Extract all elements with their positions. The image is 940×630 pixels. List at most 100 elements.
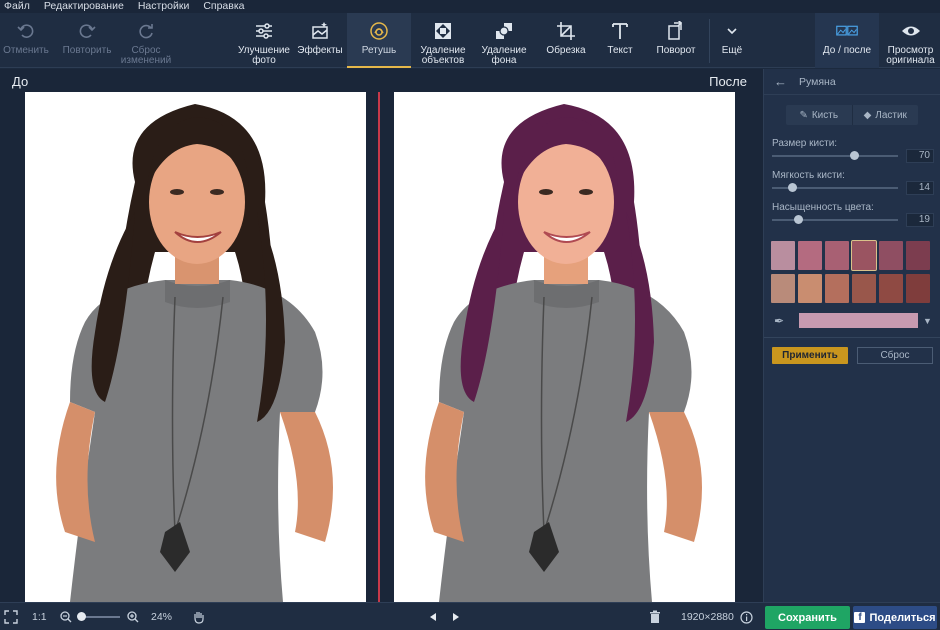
rotate-label: Поворот xyxy=(656,45,696,56)
saturation-knob[interactable] xyxy=(793,215,803,224)
color-swatch[interactable] xyxy=(771,241,795,270)
effects-label: Эффекты xyxy=(297,45,343,56)
more-button[interactable]: Ещё xyxy=(712,13,752,68)
brush-size-value[interactable]: 70 xyxy=(906,149,934,163)
brush-softness-value[interactable]: 14 xyxy=(906,181,934,195)
rotate-button[interactable]: Поворот xyxy=(648,13,704,68)
brush-softness-knob[interactable] xyxy=(787,183,797,192)
brush-tab[interactable]: ✎ Кисть xyxy=(786,105,853,125)
sliders-icon xyxy=(253,20,275,42)
color-swatch[interactable] xyxy=(879,274,903,303)
chevron-down-icon xyxy=(721,20,743,42)
before-after-label: До / после xyxy=(822,45,872,56)
brush-softness-slider: Мягкость кисти: 14 xyxy=(772,170,934,195)
text-label: Текст xyxy=(607,45,633,56)
reset-button[interactable]: Сброс xyxy=(857,347,933,364)
brush-size-label: Размер кисти: xyxy=(772,138,838,149)
brush-size-slider: Размер кисти: 70 xyxy=(772,138,934,163)
color-dropdown-icon[interactable]: ▼ xyxy=(923,316,932,326)
menu-settings[interactable]: Настройки xyxy=(138,0,190,13)
panel-header: ← Румяна xyxy=(764,69,940,95)
color-swatch[interactable] xyxy=(852,274,876,303)
before-label: До xyxy=(12,74,29,89)
trash-icon[interactable] xyxy=(649,603,661,630)
enhance-photo-label: Улучшение фото xyxy=(238,45,290,66)
retouch-label: Ретушь xyxy=(361,45,397,56)
menu-file[interactable]: Файл xyxy=(4,0,30,13)
zoom-in-icon[interactable] xyxy=(127,603,139,630)
color-swatch[interactable] xyxy=(851,240,877,271)
zoom-knob[interactable] xyxy=(77,612,86,621)
previous-image-icon[interactable] xyxy=(428,603,438,630)
text-icon xyxy=(609,20,631,42)
hand-icon[interactable] xyxy=(193,603,205,630)
remove-objects-icon xyxy=(432,20,454,42)
share-label: Поделиться xyxy=(869,611,936,624)
remove-objects-button[interactable]: Удаление объектов xyxy=(412,13,474,68)
crop-button[interactable]: Обрезка xyxy=(538,13,594,68)
view-original-button[interactable]: Просмотр оригинала xyxy=(881,13,940,68)
eye-icon xyxy=(900,20,922,42)
crop-icon xyxy=(555,20,577,42)
saturation-label: Насыщенность цвета: xyxy=(772,202,874,213)
back-arrow-icon[interactable]: ← xyxy=(774,74,787,89)
save-button[interactable]: Сохранить xyxy=(765,606,850,629)
fit-screen-icon[interactable] xyxy=(4,603,18,630)
color-swatch[interactable] xyxy=(771,274,795,303)
color-swatch[interactable] xyxy=(906,274,930,303)
menu-help[interactable]: Справка xyxy=(203,0,244,13)
menu-edit[interactable]: Редактирование xyxy=(44,0,124,13)
zoom-level: 24% xyxy=(151,611,173,623)
brush-size-track[interactable] xyxy=(772,155,898,157)
text-button[interactable]: Текст xyxy=(596,13,644,68)
view-original-label: Просмотр оригинала xyxy=(886,45,935,66)
saturation-track[interactable] xyxy=(772,219,898,221)
panel-title: Румяна xyxy=(799,75,836,88)
before-after-divider[interactable] xyxy=(378,92,380,602)
zoom-out-icon[interactable] xyxy=(60,603,72,630)
image-dimensions: 1920×2880 xyxy=(681,611,734,623)
undo-icon xyxy=(15,20,37,42)
after-label: После xyxy=(709,74,747,89)
redo-icon xyxy=(76,20,98,42)
panel-divider xyxy=(764,337,940,338)
apply-button[interactable]: Применить xyxy=(772,347,848,364)
color-swatch[interactable] xyxy=(906,241,930,270)
eyedropper-icon[interactable]: ✒ xyxy=(774,314,784,328)
saturation-value[interactable]: 19 xyxy=(906,213,934,227)
before-photo xyxy=(25,92,366,602)
color-swatch[interactable] xyxy=(798,274,822,303)
share-button[interactable]: f Поделиться xyxy=(853,606,937,629)
color-swatches xyxy=(771,240,935,303)
brush-size-knob[interactable] xyxy=(850,151,860,160)
photo-canvas[interactable]: До После xyxy=(0,69,763,602)
eraser-tab-label: Ластик xyxy=(875,109,907,121)
next-image-icon[interactable] xyxy=(451,603,461,630)
saturation-slider: Насыщенность цвета: 19 xyxy=(772,202,934,227)
before-after-button[interactable]: До / после xyxy=(815,13,879,68)
color-swatch[interactable] xyxy=(825,274,849,303)
color-swatch[interactable] xyxy=(798,241,822,270)
redo-button[interactable]: Повторить xyxy=(58,13,116,68)
brush-eraser-toggle: ✎ Кисть ◆ Ластик xyxy=(786,105,918,125)
reset-icon xyxy=(135,20,157,42)
enhance-photo-button[interactable]: Улучшение фото xyxy=(234,13,294,68)
info-icon[interactable] xyxy=(740,603,753,630)
remove-background-button[interactable]: Удаление фона xyxy=(474,13,534,68)
selected-color-bar[interactable] xyxy=(799,313,918,328)
toolbar-separator xyxy=(709,19,710,63)
eraser-tab[interactable]: ◆ Ластик xyxy=(853,105,919,125)
redo-label: Повторить xyxy=(62,45,112,56)
actual-size-button[interactable]: 1:1 xyxy=(32,603,47,630)
brush-softness-label: Мягкость кисти: xyxy=(772,170,845,181)
color-swatch[interactable] xyxy=(879,241,903,270)
color-swatch[interactable] xyxy=(825,241,849,270)
after-photo xyxy=(394,92,735,602)
undo-button[interactable]: Отменить xyxy=(0,13,52,68)
remove-background-label: Удаление фона xyxy=(481,45,527,66)
toolbar: Отменить Повторить Сброс изменений Улучш… xyxy=(0,13,940,68)
crop-label: Обрезка xyxy=(546,45,586,56)
retouch-button[interactable]: Ретушь xyxy=(347,13,411,68)
reset-changes-button[interactable]: Сброс изменений xyxy=(118,13,174,68)
effects-button[interactable]: Эффекты xyxy=(294,13,346,68)
